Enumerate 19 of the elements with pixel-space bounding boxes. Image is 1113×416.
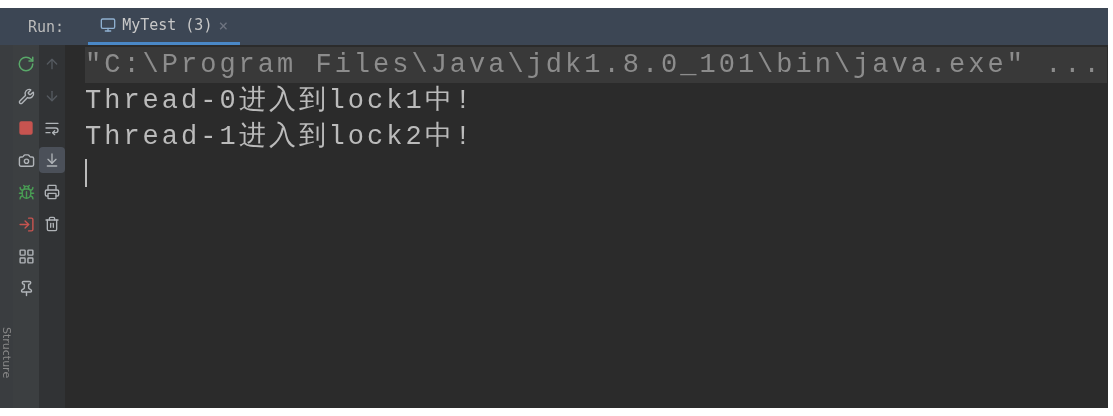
down-arrow-icon	[44, 88, 60, 104]
wrench-icon	[17, 87, 35, 105]
printer-icon	[44, 184, 60, 200]
bug-icon	[17, 183, 35, 201]
scroll-end-button[interactable]	[39, 147, 65, 173]
trash-icon	[44, 216, 60, 232]
close-icon[interactable]: ×	[218, 15, 229, 35]
scroll-end-icon	[44, 152, 60, 168]
run-label: Run:	[28, 17, 65, 36]
wrap-icon	[44, 120, 60, 136]
rerun-icon	[17, 55, 35, 73]
output-line: Thread-0进入到lock1中!	[85, 84, 474, 118]
stop-icon	[18, 120, 34, 136]
console-icon	[100, 17, 117, 33]
output-line: Thread-1进入到lock2中!	[85, 120, 474, 154]
layout-icon	[17, 247, 35, 265]
exit-icon	[17, 215, 35, 233]
camera-icon	[17, 151, 35, 169]
structure-tab[interactable]: Structure	[0, 326, 13, 378]
